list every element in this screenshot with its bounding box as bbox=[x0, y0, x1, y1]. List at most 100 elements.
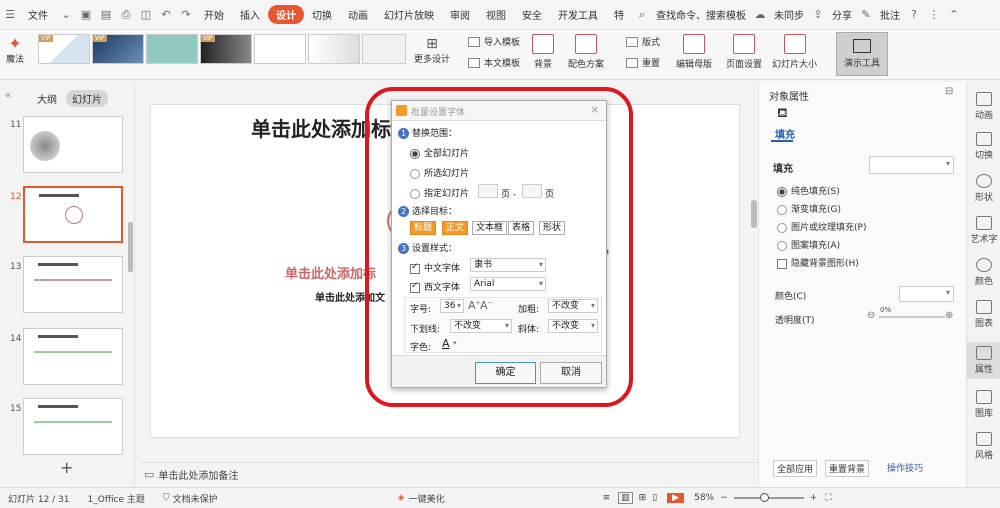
help-icon[interactable]: ? bbox=[907, 8, 921, 22]
normal-view-icon[interactable]: ▥ bbox=[618, 492, 633, 504]
canvas-scrollbar[interactable] bbox=[751, 200, 757, 228]
reading-view-icon[interactable]: ▯ bbox=[652, 493, 657, 503]
operation-tips-link[interactable]: 操作技巧 bbox=[887, 461, 923, 474]
tab-security[interactable]: 安全 bbox=[514, 7, 550, 22]
this-template-button[interactable]: 本文模板 bbox=[468, 56, 520, 69]
import-template-button[interactable]: 导入模板 bbox=[468, 35, 520, 48]
comment-icon[interactable]: ✎ bbox=[859, 8, 873, 22]
reset-background-button[interactable]: 重置背景 bbox=[825, 460, 870, 477]
sync-status[interactable]: 未同步 bbox=[770, 7, 808, 22]
collapse-panel-icon[interactable]: « bbox=[5, 90, 11, 101]
apply-all-button[interactable]: 全部应用 bbox=[773, 460, 818, 477]
panel-pin-icon[interactable]: ⊟ bbox=[945, 86, 953, 97]
present-tools-button[interactable]: 演示工具 bbox=[836, 32, 888, 76]
minus-icon[interactable]: ⊖ bbox=[867, 310, 875, 321]
page-setup-button[interactable]: 页面设置 bbox=[726, 34, 762, 70]
zoom-slider[interactable] bbox=[733, 493, 804, 502]
slide-subtitle-placeholder[interactable]: 单击此处添加标 bbox=[285, 263, 376, 282]
share-button[interactable]: 分享 bbox=[828, 7, 856, 22]
tab-review[interactable]: 审阅 bbox=[442, 7, 478, 22]
collapse-icon[interactable]: ⌃ bbox=[947, 8, 961, 22]
save-icon[interactable]: ▣ bbox=[79, 8, 93, 22]
search-icon[interactable]: ⌕ bbox=[635, 8, 649, 22]
fit-window-icon[interactable]: ⛶ bbox=[825, 493, 831, 503]
template-thumb-6[interactable] bbox=[308, 34, 360, 64]
tool-gallery[interactable]: 图库 bbox=[967, 390, 1000, 419]
file-menu[interactable]: 文件 bbox=[20, 7, 56, 22]
tab-slideshow[interactable]: 幻灯片放映 bbox=[376, 7, 442, 22]
beautify-button[interactable]: 一键美化 bbox=[409, 492, 445, 505]
transparency-slider[interactable] bbox=[879, 316, 945, 318]
fill-color-dropdown[interactable]: ▾ bbox=[869, 156, 954, 174]
tab-animation[interactable]: 动画 bbox=[340, 7, 376, 22]
slide-thumb-11[interactable] bbox=[23, 116, 123, 173]
redo-icon[interactable]: ↷ bbox=[179, 8, 193, 22]
tab-special[interactable]: 特 bbox=[606, 7, 632, 22]
slide-size-button[interactable]: 幻灯片大小 bbox=[772, 34, 817, 70]
template-thumb-2[interactable]: VIP bbox=[92, 34, 144, 64]
notes-placeholder[interactable]: 单击此处添加备注 bbox=[158, 467, 238, 482]
fill-gradient-option[interactable]: 渐变填充(G) bbox=[777, 202, 841, 215]
template-thumb-1[interactable]: VIP bbox=[38, 34, 90, 64]
zoom-value[interactable]: 58% bbox=[694, 493, 714, 503]
tool-transition[interactable]: 切换 bbox=[967, 132, 1000, 161]
play-icon[interactable]: ▶ bbox=[667, 493, 685, 503]
preview-icon[interactable]: ◫ bbox=[139, 8, 153, 22]
template-thumb-5[interactable] bbox=[254, 34, 306, 64]
theme-name[interactable]: 1_Office 主题 bbox=[88, 492, 145, 505]
color-dropdown[interactable]: ▾ bbox=[899, 286, 954, 302]
hide-bg-checkbox[interactable]: 隐藏背景图形(H) bbox=[777, 256, 859, 269]
chevron-down-icon[interactable]: ⌄ bbox=[59, 8, 73, 22]
tab-outline[interactable]: 大纲 bbox=[37, 91, 57, 106]
zoom-handle[interactable] bbox=[759, 493, 769, 502]
tab-view[interactable]: 视图 bbox=[478, 7, 514, 22]
layout-button[interactable]: 版式 bbox=[626, 35, 660, 48]
magic-button[interactable]: ✦ 魔法 bbox=[6, 34, 24, 65]
slide-thumb-12[interactable] bbox=[23, 186, 123, 243]
zoom-out-icon[interactable]: − bbox=[720, 493, 728, 503]
search-input[interactable]: 查找命令、搜索模板 bbox=[652, 7, 750, 22]
slide-thumb-15[interactable] bbox=[23, 398, 123, 455]
tool-properties[interactable]: 属性 bbox=[967, 342, 1000, 379]
open-icon[interactable]: ▤ bbox=[99, 8, 113, 22]
more-icon[interactable]: ⋮ bbox=[927, 8, 941, 22]
background-button[interactable]: 背景 bbox=[532, 34, 554, 70]
fill-tab[interactable]: 填充 bbox=[775, 126, 795, 141]
fill-pattern-option[interactable]: 图案填充(A) bbox=[777, 238, 840, 251]
zoom-in-icon[interactable]: + bbox=[810, 493, 818, 503]
tab-start[interactable]: 开始 bbox=[196, 7, 232, 22]
template-thumb-4[interactable]: VIP bbox=[200, 34, 252, 64]
undo-icon[interactable]: ↶ bbox=[159, 8, 173, 22]
print-icon[interactable]: ⎙ bbox=[119, 8, 133, 22]
edit-master-button[interactable]: 编辑母版 bbox=[676, 34, 712, 70]
tab-developer[interactable]: 开发工具 bbox=[550, 7, 606, 22]
tab-insert[interactable]: 插入 bbox=[232, 7, 268, 22]
comment-button[interactable]: 批注 bbox=[876, 7, 904, 22]
doc-protect-status[interactable]: 文档未保护 bbox=[173, 492, 218, 505]
tab-slides[interactable]: 幻灯片 bbox=[66, 90, 108, 107]
add-slide-button[interactable]: + bbox=[60, 458, 73, 477]
plus-icon[interactable]: ⊕ bbox=[945, 310, 953, 321]
cloud-icon[interactable]: ☁ bbox=[753, 8, 767, 22]
reset-button[interactable]: 重置 bbox=[626, 56, 660, 69]
tool-animation[interactable]: 动画 bbox=[967, 92, 1000, 121]
tool-chart[interactable]: 图表 bbox=[967, 300, 1000, 329]
tool-shape[interactable]: 形状 bbox=[967, 174, 1000, 203]
more-design-button[interactable]: ⊞ 更多设计 bbox=[414, 36, 450, 65]
sorter-view-icon[interactable]: ⊞ bbox=[639, 493, 647, 503]
panel-scrollbar[interactable] bbox=[128, 222, 133, 272]
tool-wordart[interactable]: 艺术字 bbox=[967, 216, 1000, 245]
tab-transition[interactable]: 切换 bbox=[304, 7, 340, 22]
template-thumb-7[interactable] bbox=[362, 34, 406, 64]
template-thumb-3[interactable] bbox=[146, 34, 198, 64]
tool-color[interactable]: 颜色 bbox=[967, 258, 1000, 287]
tab-design[interactable]: 设计 bbox=[268, 5, 304, 24]
notes-bar[interactable]: ▭ 单击此处添加备注 bbox=[140, 462, 758, 486]
slide-thumb-13[interactable] bbox=[23, 256, 123, 313]
color-scheme-button[interactable]: 配色方案 bbox=[568, 34, 604, 70]
slide-thumb-14[interactable] bbox=[23, 328, 123, 385]
hamburger-icon[interactable]: ☰ bbox=[3, 8, 17, 22]
notes-toggle-icon[interactable]: ≡ bbox=[603, 493, 611, 503]
fill-solid-option[interactable]: 纯色填充(S) bbox=[777, 184, 840, 197]
fill-picture-option[interactable]: 图片或纹理填充(P) bbox=[777, 220, 866, 233]
